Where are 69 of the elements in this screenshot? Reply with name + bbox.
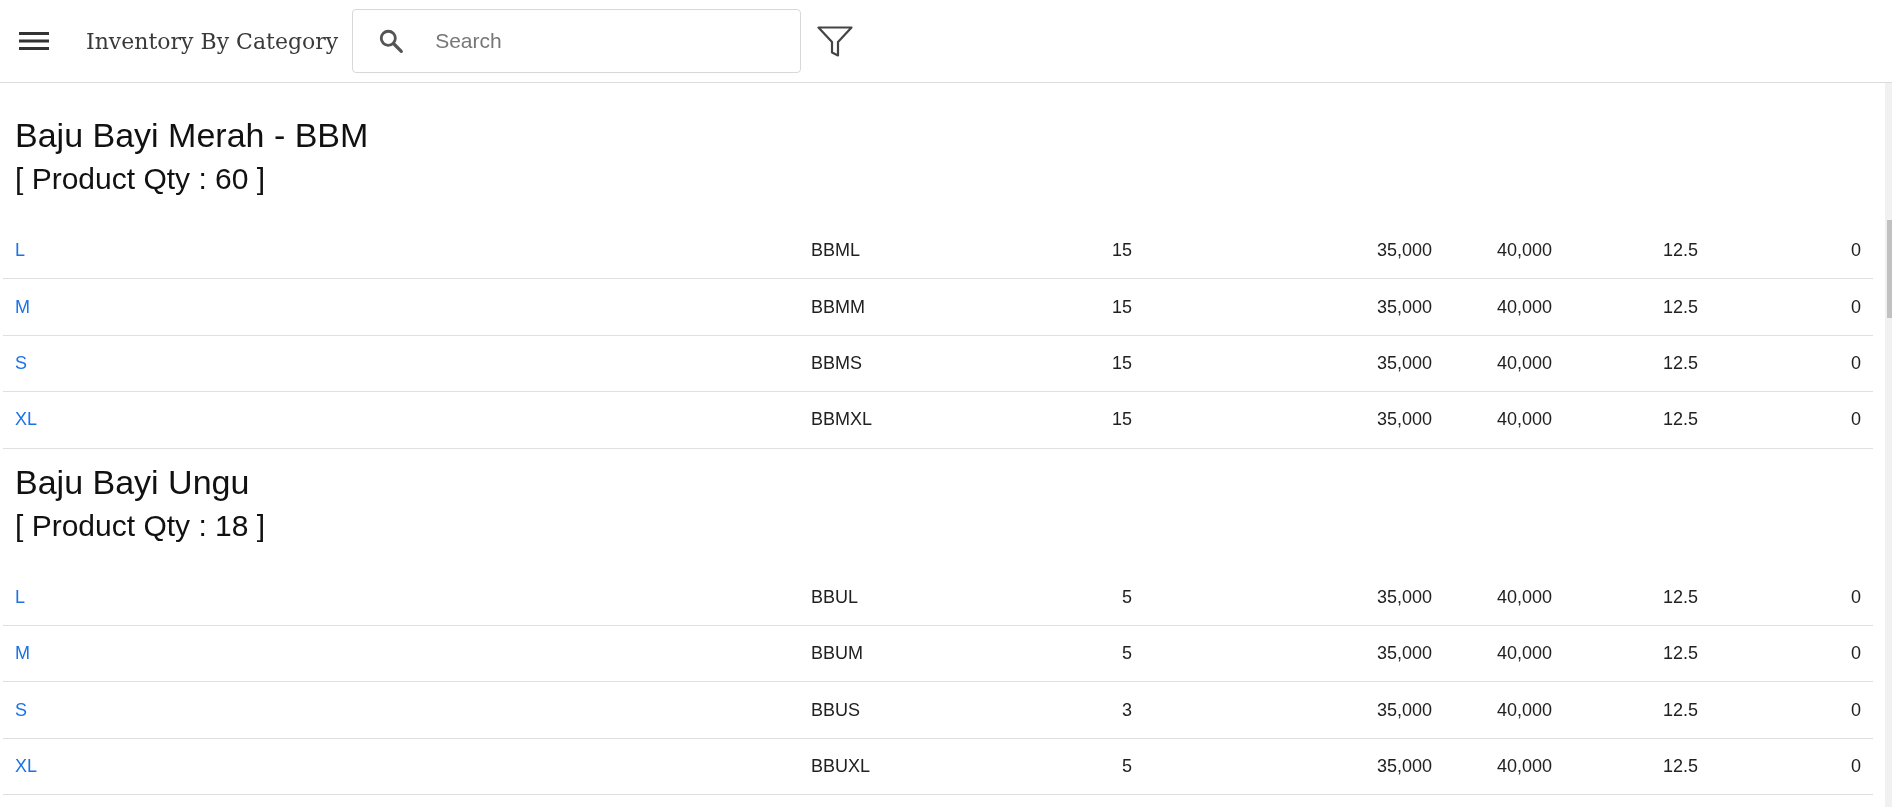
- table-cell: 40,000: [1496, 586, 1552, 608]
- menu-icon: [19, 32, 49, 50]
- product-qty: [ Product Qty : 60 ]: [15, 161, 266, 197]
- table-cell: BBMXL: [811, 409, 873, 431]
- table-cell: 0: [1851, 296, 1861, 318]
- table-cell: 35,000: [1376, 240, 1432, 262]
- table-cell: 12.5: [1662, 352, 1698, 374]
- variant-link[interactable]: L: [15, 240, 25, 262]
- table-cell: 0: [1851, 352, 1861, 374]
- table-cell: 15: [1111, 296, 1132, 318]
- table-cell: BBUM: [811, 643, 863, 665]
- scrollbar-thumb[interactable]: [1887, 220, 1892, 318]
- table-cell: BBUXL: [811, 755, 871, 777]
- table-cell: 0: [1851, 240, 1861, 262]
- table-cell: 35,000: [1376, 755, 1432, 777]
- variant-link[interactable]: S: [15, 352, 27, 374]
- table-cell: 0: [1851, 586, 1861, 608]
- variant-link[interactable]: XL: [15, 755, 38, 777]
- table-cell: 5: [1122, 755, 1132, 777]
- table-cell: 40,000: [1496, 643, 1552, 665]
- table-cell: 35,000: [1376, 643, 1432, 665]
- table-cell: 40,000: [1496, 699, 1552, 721]
- table-cell: 12.5: [1662, 296, 1698, 318]
- table-cell: 40,000: [1496, 240, 1552, 262]
- table-cell: 40,000: [1496, 409, 1552, 431]
- group-title: Baju Bayi Merah - BBM: [15, 115, 369, 156]
- table-cell: 40,000: [1496, 296, 1552, 318]
- menu-button[interactable]: [19, 32, 49, 50]
- table-cell: 35,000: [1376, 699, 1432, 721]
- table-cell: 0: [1851, 755, 1861, 777]
- table-cell: BBML: [811, 240, 861, 262]
- table-cell: BBUL: [811, 586, 859, 608]
- table-cell: 35,000: [1376, 296, 1432, 318]
- table-cell: BBUS: [811, 699, 861, 721]
- page-title: Inventory By Category: [86, 28, 339, 54]
- table-cell: 15: [1111, 240, 1132, 262]
- scrollbar-track[interactable]: [1885, 83, 1892, 807]
- table-cell: 35,000: [1376, 352, 1432, 374]
- table-cell: 5: [1122, 643, 1132, 665]
- table-cell: 0: [1851, 699, 1861, 721]
- table-cell: 35,000: [1376, 586, 1432, 608]
- table-cell: 0: [1851, 643, 1861, 665]
- variant-link[interactable]: L: [15, 586, 25, 608]
- table-cell: BBMS: [811, 352, 862, 374]
- variant-link[interactable]: M: [15, 643, 30, 665]
- table-cell: BBMM: [811, 296, 865, 318]
- table-cell: 5: [1122, 586, 1132, 608]
- table-cell: 40,000: [1496, 352, 1552, 374]
- filter-button[interactable]: [817, 25, 854, 57]
- table-cell: 0: [1851, 409, 1861, 431]
- search-field[interactable]: Search: [352, 9, 802, 73]
- group-title: Baju Bayi Ungu: [15, 461, 250, 503]
- table-cell: 40,000: [1496, 755, 1552, 777]
- variant-link[interactable]: XL: [15, 409, 38, 431]
- search-icon: [378, 28, 405, 54]
- table-cell: 12.5: [1662, 699, 1698, 721]
- table-cell: 15: [1111, 409, 1132, 431]
- table-cell: 3: [1122, 699, 1132, 721]
- product-qty: [ Product Qty : 18 ]: [15, 507, 266, 544]
- table-cell: 12.5: [1662, 409, 1698, 431]
- filter-icon: [817, 25, 854, 57]
- table-cell: 12.5: [1662, 240, 1698, 262]
- table-cell: 12.5: [1662, 643, 1698, 665]
- table-cell: 12.5: [1662, 586, 1698, 608]
- table-cell: 12.5: [1662, 755, 1698, 777]
- table-cell: 15: [1111, 352, 1132, 374]
- table-cell: 35,000: [1376, 409, 1432, 431]
- variant-link[interactable]: S: [15, 699, 27, 721]
- variant-link[interactable]: M: [15, 296, 30, 318]
